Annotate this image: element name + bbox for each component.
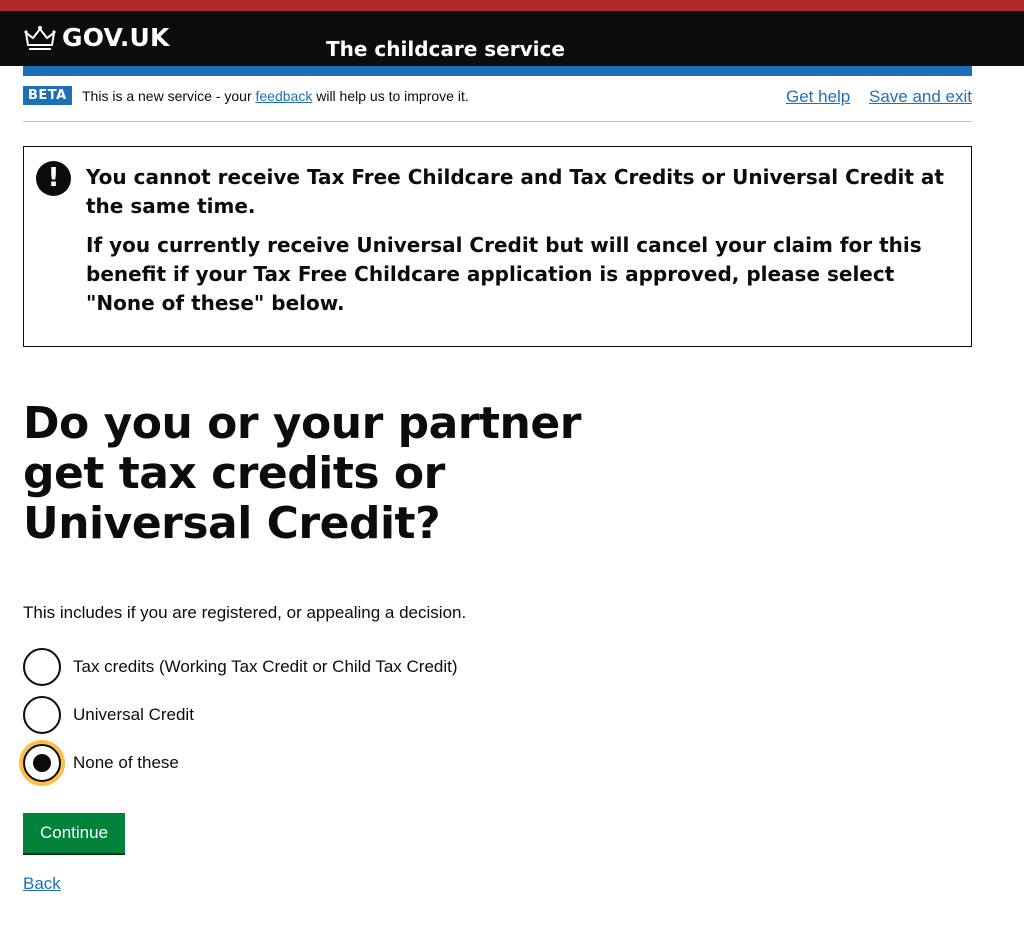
continue-button[interactable]: Continue [23,813,125,853]
crown-icon [24,25,56,50]
save-and-exit-link[interactable]: Save and exit [869,87,972,106]
page-title: Do you or your partner get tax credits o… [23,398,581,549]
warning-panel: ! You cannot receive Tax Free Childcare … [23,146,972,347]
radio-button[interactable] [23,648,61,686]
warning-text: You cannot receive Tax Free Childcare an… [86,163,956,328]
phase-banner: BETA This is a new service - your feedba… [23,76,972,122]
radio-label[interactable]: Tax credits (Working Tax Credit or Child… [73,657,458,677]
top-color-bar [0,0,1024,11]
feedback-link[interactable]: feedback [256,88,313,104]
radio-button-selected[interactable] [23,744,61,782]
service-name[interactable]: The childcare service [326,37,565,61]
logo-text: GOV.UK [62,23,170,52]
phase-links: Get help Save and exit [772,87,972,107]
radio-button[interactable] [23,696,61,734]
site-header: GOV.UK The childcare service [0,11,1024,66]
warning-line-2: If you currently receive Universal Credi… [86,233,922,315]
beta-tag: BETA [23,86,72,105]
govuk-logo-link[interactable]: GOV.UK [24,23,170,52]
phase-text-after: will help us to improve it. [312,88,469,104]
radio-label[interactable]: Universal Credit [73,705,194,725]
radio-option-universal-credit[interactable]: Universal Credit [23,695,458,735]
phase-text: This is a new service - your feedback wi… [82,88,469,104]
warning-line-1: You cannot receive Tax Free Childcare an… [86,165,944,218]
radio-group: Tax credits (Working Tax Credit or Child… [23,647,458,791]
main-wrapper: BETA This is a new service - your feedba… [23,76,972,893]
header-rule [23,66,972,76]
warning-icon: ! [36,161,71,196]
radio-label[interactable]: None of these [73,753,179,773]
phase-text-before: This is a new service - your [82,88,256,104]
radio-option-tax-credits[interactable]: Tax credits (Working Tax Credit or Child… [23,647,458,687]
get-help-link[interactable]: Get help [786,87,850,106]
question-hint: This includes if you are registered, or … [23,603,467,622]
back-link[interactable]: Back [23,874,61,894]
radio-option-none[interactable]: None of these [23,743,458,783]
